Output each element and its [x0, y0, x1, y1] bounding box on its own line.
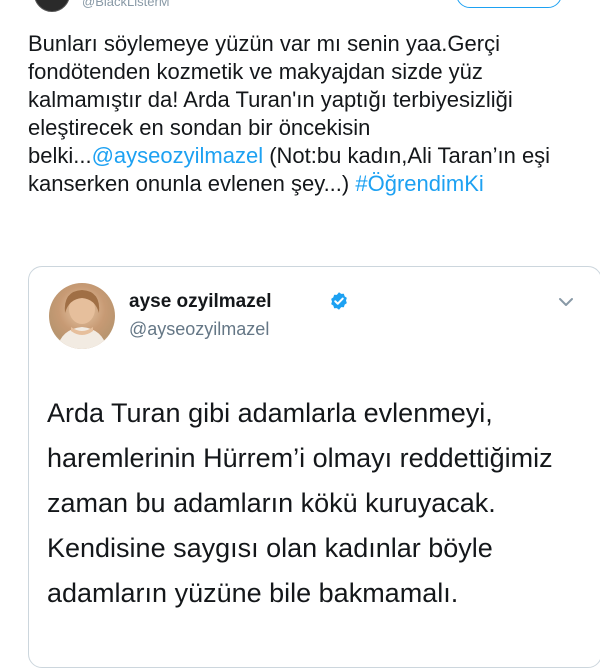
- author-handle[interactable]: @BlackListerM: [82, 0, 170, 10]
- hashtag-link[interactable]: #ÖğrendimKi: [355, 171, 483, 196]
- previous-tweet-header: @BlackListerM: [0, 0, 600, 14]
- quoted-author-name[interactable]: ayse ozyilmazel: [129, 291, 272, 313]
- mention-link[interactable]: @ayseozyilmazel: [92, 143, 264, 168]
- quoted-tweet-card[interactable]: ayse ozyilmazel @ayseozyilmazel Arda Tur…: [28, 266, 600, 668]
- chevron-down-icon[interactable]: [557, 293, 575, 311]
- quoted-author-avatar[interactable]: [49, 283, 115, 349]
- verified-badge-icon: [331, 292, 347, 310]
- quoted-tweet-text: Arda Turan gibi adamlarla evlenmeyi, har…: [47, 398, 553, 608]
- quoted-author-handle[interactable]: @ayseozyilmazel: [129, 319, 269, 340]
- tweet-text: Bunları söylemeye yüzün var mı senin yaa…: [28, 30, 588, 198]
- follow-button[interactable]: [456, 0, 562, 8]
- author-avatar[interactable]: [34, 0, 70, 12]
- avatar-photo: [57, 290, 107, 349]
